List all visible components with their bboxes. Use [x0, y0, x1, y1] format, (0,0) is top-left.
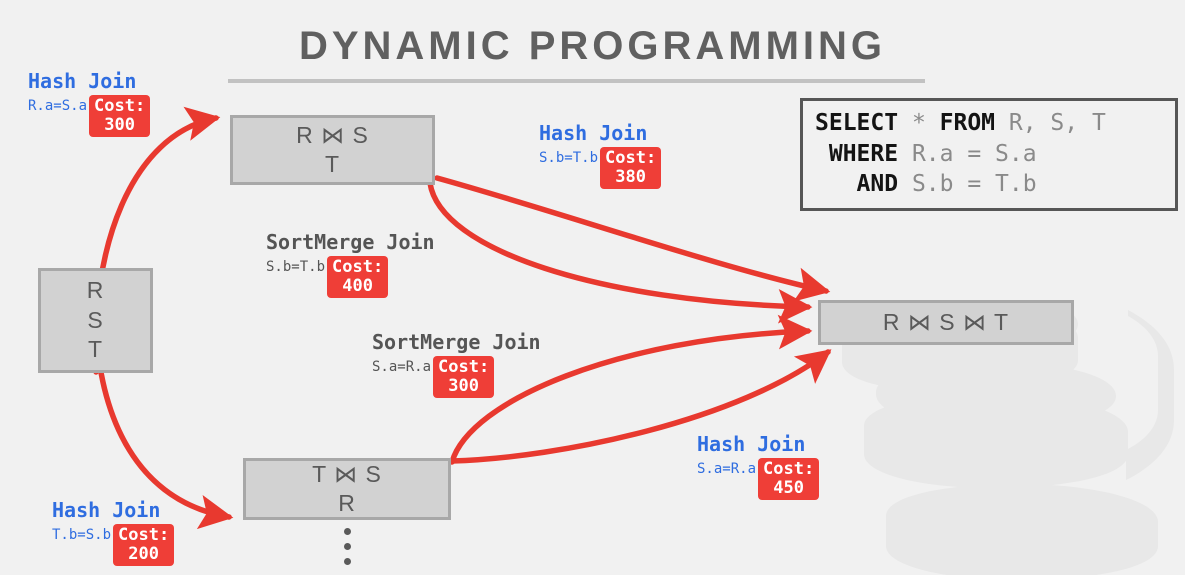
edge-label-sortmerge-join-400: SortMerge Join S.b=T.b Cost: 400	[266, 230, 435, 299]
cost-badge-label: Cost:	[118, 525, 170, 545]
sql-text: R.a = S.a	[898, 140, 1037, 167]
edge-label-predicate: S.b=T.b	[266, 259, 326, 275]
more-plans-ellipsis	[337, 528, 357, 565]
sql-line-1: SELECT * FROM R, S, T	[815, 108, 1165, 139]
plan-node-t-join-s-r-line-2: R	[338, 490, 356, 516]
plan-node-rst-line-2: S	[87, 306, 104, 333]
cost-badge-value: 200	[128, 543, 159, 564]
plan-node-rst-line-3: T	[87, 336, 104, 363]
edge-label-predicate: S.b=T.b	[539, 150, 599, 166]
ellipsis-dot	[343, 543, 351, 550]
edge-label-algorithm: SortMerge Join	[266, 230, 435, 254]
plan-node-t-join-s-r-line-1: T ⋈ S	[312, 460, 382, 487]
edge-label-predicate: S.a=R.a	[372, 359, 432, 375]
cost-badge-label: Cost:	[763, 459, 815, 479]
plan-node-result[interactable]: R ⋈ S ⋈ T	[818, 300, 1074, 345]
sql-query-box: SELECT * FROM R, S, T WHERE R.a = S.a AN…	[800, 98, 1178, 211]
sql-keyword: WHERE	[815, 140, 899, 167]
sql-text: S.b = T.b	[898, 171, 1037, 198]
sql-line-2: WHERE R.a = S.a	[815, 139, 1165, 170]
cost-badge-value: 300	[448, 375, 479, 396]
plan-node-rst[interactable]: R S T	[38, 268, 153, 373]
sql-text: R, S, T	[995, 110, 1106, 136]
cost-badge-label: Cost:	[94, 96, 146, 116]
plan-node-r-join-s-t[interactable]: R ⋈ S T	[230, 115, 435, 185]
slide-title: DYNAMIC PROGRAMMING	[298, 24, 887, 68]
cost-badge-label: Cost:	[438, 357, 490, 377]
sql-keyword: FROM	[939, 110, 996, 136]
cost-badge-value: 380	[615, 166, 646, 187]
plan-node-t-join-s-r[interactable]: T ⋈ S R	[243, 458, 451, 520]
sql-line-3: AND S.b = T.b	[815, 169, 1165, 200]
cost-badge: Cost: 400	[327, 256, 389, 299]
edge-rs-t-to-result-left	[427, 180, 813, 324]
cost-badge-label: Cost:	[332, 257, 384, 277]
plan-node-r-join-s-t-line-2: T	[324, 151, 341, 177]
edge-label-algorithm: Hash Join	[697, 432, 806, 456]
edge-label-hash-join-300: Hash Join R.a=S.a Cost: 300	[28, 69, 151, 138]
edge-label-algorithm: Hash Join	[52, 498, 161, 522]
edge-label-hash-join-380: Hash Join S.b=T.b Cost: 380	[539, 121, 662, 190]
edge-label-predicate: S.a=R.a	[697, 461, 757, 477]
sql-text: *	[898, 110, 940, 136]
cost-badge-value: 450	[773, 477, 804, 498]
plan-node-rst-line-1: R	[86, 277, 105, 304]
cost-badge: Cost: 300	[89, 95, 151, 138]
title-divider	[228, 79, 925, 83]
edge-label-algorithm: Hash Join	[28, 69, 137, 93]
cost-badge: Cost: 200	[113, 524, 175, 567]
sql-keyword: AND	[815, 171, 899, 198]
plan-edges	[92, 106, 832, 530]
edge-label-sortmerge-join-300: SortMerge Join S.a=R.a Cost: 300	[372, 330, 541, 399]
ellipsis-dot	[343, 558, 351, 565]
edge-label-hash-join-450: Hash Join S.a=R.a Cost: 450	[697, 432, 820, 501]
plan-node-result-line-1: R ⋈ S ⋈ T	[882, 308, 1010, 335]
cost-badge-label: Cost:	[605, 148, 657, 168]
cost-badge: Cost: 380	[600, 147, 662, 190]
cost-badge-value: 300	[104, 114, 135, 135]
edge-label-algorithm: SortMerge Join	[372, 330, 541, 354]
cost-badge: Cost: 450	[758, 458, 820, 501]
ellipsis-dot	[343, 528, 351, 535]
cost-badge-value: 400	[342, 275, 373, 296]
edge-label-predicate: R.a=S.a	[28, 98, 88, 114]
edge-rs-t-to-result-top	[434, 175, 831, 302]
sql-keyword: SELECT	[815, 110, 899, 136]
edge-label-hash-join-200: Hash Join T.b=S.b Cost: 200	[52, 498, 175, 567]
edge-label-algorithm: Hash Join	[539, 121, 648, 145]
cost-badge: Cost: 300	[433, 356, 495, 399]
plan-node-r-join-s-t-line-1: R ⋈ S	[296, 121, 369, 148]
edge-label-predicate: T.b=S.b	[52, 527, 112, 543]
